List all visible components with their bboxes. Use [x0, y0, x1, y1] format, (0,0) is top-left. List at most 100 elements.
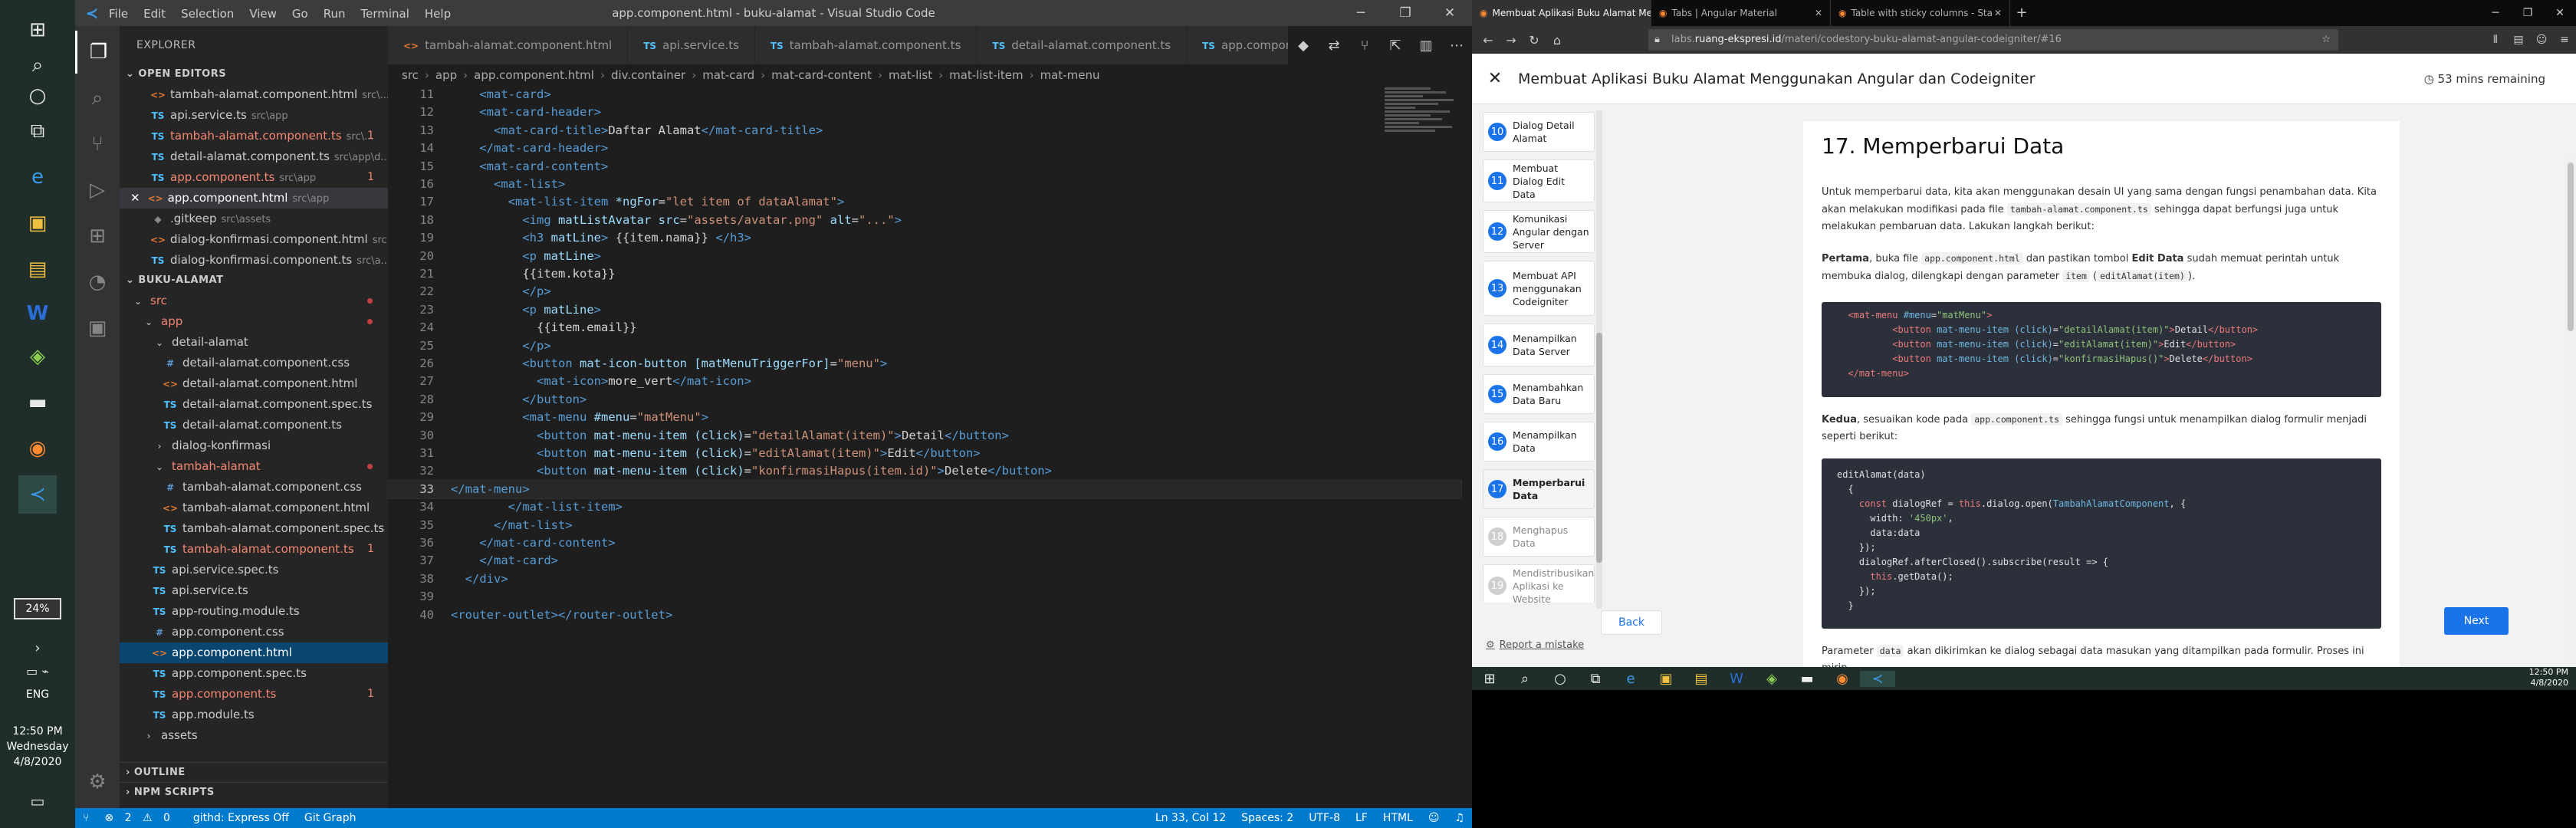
file-explorer-icon[interactable]: ▤ — [18, 250, 57, 288]
store-icon[interactable]: ▣ — [18, 204, 57, 242]
firefox-icon[interactable]: ◉ — [1825, 671, 1860, 687]
bell-icon[interactable]: ♫ — [1454, 808, 1464, 828]
network-icon[interactable]: ▭ ⌁ — [18, 652, 57, 690]
terminal-icon[interactable]: ▬ — [1789, 671, 1825, 687]
next-button[interactable]: Next — [2444, 607, 2509, 635]
menu-help[interactable]: Help — [425, 7, 451, 21]
editor-tab[interactable]: TS detail-alamat.component.ts — [977, 26, 1188, 64]
githd-status[interactable]: githd: Express Off — [193, 808, 289, 828]
open-editors-header[interactable]: ⌄ OPEN EDITORS — [120, 64, 388, 84]
open-editor-item[interactable]: ◆ .gitkeep src\assets — [120, 209, 388, 229]
file-item[interactable]: TS detail-alamat.component.spec.ts — [120, 394, 388, 415]
open-editor-item[interactable]: TS dialog-konfirmasi.component.ts src\a... — [120, 250, 388, 271]
folder-item[interactable]: ⌄ tambah-alamat — [120, 456, 388, 477]
search-icon[interactable]: ⌕ — [1507, 671, 1543, 687]
bookmark-star-icon[interactable]: ☆ — [2321, 29, 2331, 51]
url-bar[interactable]: 🔒︎ labs.ruang-ekspresi.id/materi/codestor… — [1648, 29, 2338, 51]
breadcrumb-item[interactable]: mat-list-item — [949, 68, 1023, 82]
breadcrumb-item[interactable]: mat-list — [889, 68, 932, 82]
word-icon[interactable]: W — [18, 294, 57, 333]
toc-item[interactable]: 13 Membuat API menggunakan Codeigniter — [1483, 261, 1595, 316]
maximize-icon[interactable]: ❐ — [1383, 0, 1428, 26]
split-editor-icon[interactable]: ▥ — [1411, 38, 1441, 54]
breadcrumb-item[interactable]: mat-card-content — [771, 68, 872, 82]
toc-item[interactable]: 17 Memperbarui Data — [1483, 469, 1595, 509]
problems-indicator[interactable]: ⊗ 2 ⚠ 0 — [104, 808, 177, 828]
breadcrumb-item[interactable]: app — [435, 68, 457, 82]
indentation[interactable]: Spaces: 2 — [1241, 808, 1293, 828]
minimize-icon[interactable]: ─ — [2479, 0, 2512, 26]
search-icon[interactable]: ⌕ — [75, 77, 120, 120]
run-debug-icon[interactable]: ▷ — [75, 169, 120, 212]
cortana-icon[interactable]: ○ — [18, 77, 57, 115]
menu-file[interactable]: File — [109, 7, 128, 21]
close-icon[interactable]: ✕ — [1815, 0, 1822, 26]
file-item[interactable]: TS tambah-alamat.component.ts 1 — [120, 539, 388, 560]
open-editor-item[interactable]: <>dialog-konfirmasi.component.htmlsrc... — [120, 229, 388, 250]
extensions-icon[interactable]: ⊞ — [75, 215, 120, 258]
back-arrow-icon[interactable]: ← — [1477, 33, 1500, 48]
layers-icon[interactable]: ◈ — [1754, 671, 1789, 687]
minimap[interactable] — [1385, 86, 1461, 178]
toc-item[interactable]: 11 Membuat Dialog Edit Data — [1483, 159, 1595, 202]
battery-indicator[interactable]: 24% — [14, 598, 61, 619]
maximize-icon[interactable]: ❐ — [2512, 0, 2544, 26]
toc-item[interactable]: 12 Komunikasi Angular dengan Server — [1483, 210, 1595, 253]
gear-icon[interactable]: ⚙ — [75, 761, 120, 803]
new-tab-button[interactable]: + — [2010, 0, 2033, 26]
open-changes-icon[interactable]: ⇱ — [1380, 38, 1411, 54]
menu-edit[interactable]: Edit — [143, 7, 166, 21]
file-item[interactable]: <> detail-alamat.component.html — [120, 373, 388, 394]
close-icon[interactable]: ✕ — [1472, 69, 1518, 88]
compare-icon[interactable]: ⇄ — [1319, 38, 1349, 54]
toc-item[interactable]: 10 Dialog Detail Alamat — [1483, 112, 1595, 152]
home-icon[interactable]: ⌂ — [1546, 33, 1569, 48]
clock[interactable]: 12:50 PM 4/8/2020 — [2529, 667, 2568, 688]
word-icon[interactable]: W — [1719, 671, 1754, 687]
feedback-icon[interactable]: ☺ — [1428, 808, 1440, 828]
browser-tab[interactable]: ◉Membuat Aplikasi Buku Alamat Me✕ — [1472, 0, 1651, 26]
firefox-icon[interactable]: ◉ — [18, 429, 57, 468]
cortana-icon[interactable]: ○ — [1543, 671, 1578, 687]
windows-logo-icon[interactable]: ⊞ — [18, 11, 57, 49]
task-view-icon[interactable]: ⧉ — [18, 112, 57, 150]
menu-run[interactable]: Run — [324, 7, 346, 21]
file-item[interactable]: TS app-routing.module.ts — [120, 601, 388, 622]
hamburger-menu-icon[interactable]: ≡ — [2553, 34, 2576, 46]
layers-icon[interactable]: ◈ — [18, 337, 57, 376]
file-item[interactable]: # app.component.css — [120, 622, 388, 642]
windows-logo-icon[interactable]: ⊞ — [1472, 671, 1507, 687]
file-explorer-icon[interactable]: ▤ — [1684, 671, 1719, 687]
file-item[interactable]: <> app.component.html — [120, 642, 388, 663]
code-editor[interactable]: 11 <mat-card> 12 <mat-card-header> 13 <mat… — [387, 86, 1472, 776]
cursor-position[interactable]: Ln 33, Col 12 — [1155, 808, 1226, 828]
git-graph-icon[interactable]: ◔ — [75, 261, 120, 304]
store-icon[interactable]: ▣ — [1648, 671, 1684, 687]
folder-item[interactable]: › assets — [120, 725, 388, 746]
browser-tab[interactable]: ◉ Tabs | Angular Material ✕ — [1651, 0, 1831, 26]
report-mistake-link[interactable]: ⚙ Report a mistake — [1486, 639, 1584, 651]
folder-item[interactable]: ⌄ app — [120, 311, 388, 332]
open-editor-item[interactable]: ✕ <> app.component.html src\app — [120, 188, 388, 209]
source-control-icon[interactable]: ⑂ — [1349, 38, 1380, 54]
notification-icon[interactable]: ▭ — [18, 782, 57, 820]
end-of-line[interactable]: LF — [1355, 808, 1368, 828]
open-editor-item[interactable]: TS api.service.ts src\app — [120, 105, 388, 126]
breadcrumb-item[interactable]: div.container — [611, 68, 685, 82]
diamond-icon[interactable]: ◆ — [1288, 38, 1319, 54]
close-icon[interactable]: ✕ — [1428, 0, 1472, 26]
breadcrumb-item[interactable]: app.component.html — [474, 68, 594, 82]
encoding[interactable]: UTF-8 — [1309, 808, 1340, 828]
git-graph-status[interactable]: Git Graph — [304, 808, 356, 828]
open-editor-item[interactable]: <> tambah-alamat.component.html src\... — [120, 84, 388, 105]
editor-tab[interactable]: TS tambah-alamat.component.ts — [754, 26, 978, 64]
more-actions-icon[interactable]: ⋯ — [1441, 38, 1472, 54]
menu-view[interactable]: View — [249, 7, 277, 21]
file-item[interactable]: <> tambah-alamat.component.html — [120, 498, 388, 518]
language-mode[interactable]: HTML — [1383, 808, 1413, 828]
remote-icon[interactable]: ▣ — [75, 307, 120, 350]
toc-scrollbar[interactable] — [1596, 110, 1602, 609]
breadcrumb-item[interactable]: src — [402, 68, 419, 82]
minimize-icon[interactable]: ─ — [1339, 0, 1383, 26]
close-icon[interactable]: ✕ — [1994, 0, 2002, 26]
